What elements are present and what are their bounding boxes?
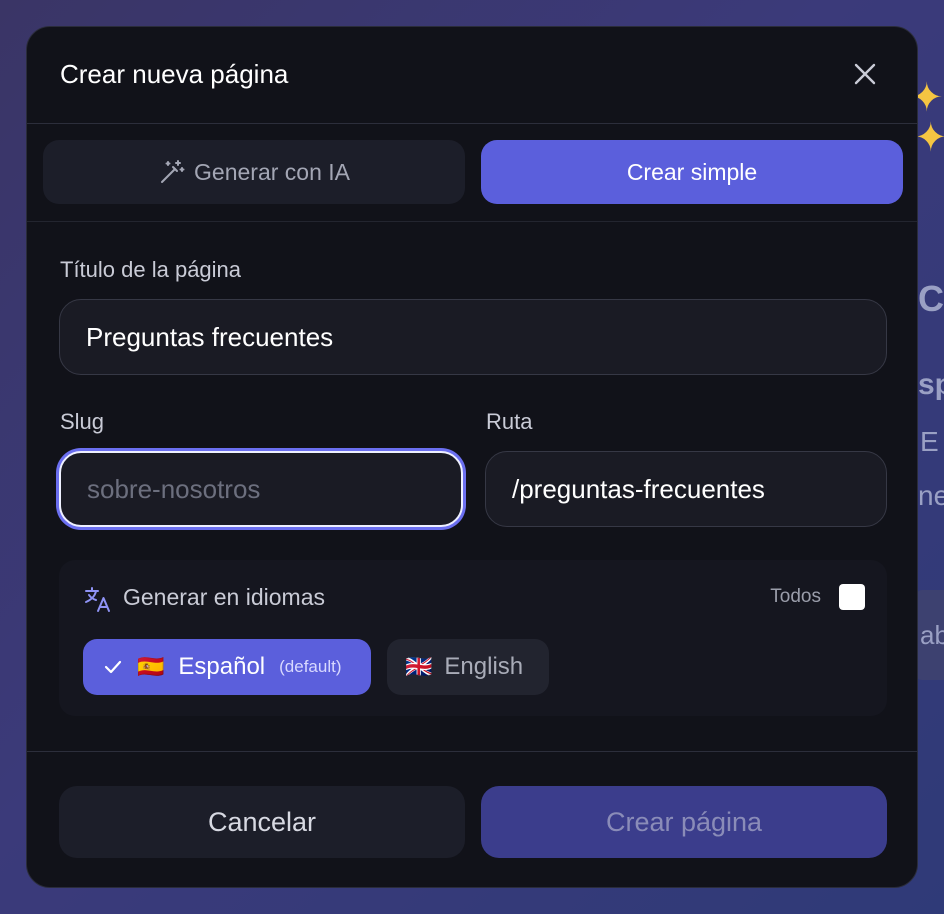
language-chip-english[interactable]: 🇬🇧 English xyxy=(387,639,549,695)
languages-panel: Generar en idiomas Todos 🇪🇸 Español (def… xyxy=(59,560,887,716)
route-input[interactable] xyxy=(485,451,887,527)
language-label: Español xyxy=(178,653,266,680)
background-text-fragment: C xyxy=(918,278,944,319)
mode-tabs: Generar con IA Crear simple xyxy=(27,124,917,222)
page-title-label: Título de la página xyxy=(60,257,242,282)
route-label: Ruta xyxy=(486,409,533,434)
tab-create-simple[interactable]: Crear simple xyxy=(481,140,903,204)
magic-wand-icon xyxy=(161,160,185,183)
default-badge: (default) xyxy=(279,657,342,676)
select-all-checkbox[interactable] xyxy=(839,584,865,610)
translate-icon xyxy=(85,587,110,612)
page-title-input[interactable] xyxy=(59,299,887,375)
close-button[interactable] xyxy=(851,60,879,88)
dialog-footer: Cancelar Crear página xyxy=(27,751,917,887)
tab-generate-ai[interactable]: Generar con IA xyxy=(43,140,465,204)
dialog-header: Crear nueva página xyxy=(27,27,917,124)
create-page-dialog: Crear nueva página Generar con IA Crear … xyxy=(26,26,918,888)
background-text-fragment: E xyxy=(920,426,939,457)
background-text-fragment: sp xyxy=(918,368,944,401)
slug-input[interactable] xyxy=(59,451,463,527)
slug-label: Slug xyxy=(60,409,105,434)
cancel-button[interactable]: Cancelar xyxy=(59,786,465,858)
select-all-label: Todos xyxy=(770,586,821,607)
tab-generate-ai-label: Generar con IA xyxy=(194,158,350,185)
language-label: English xyxy=(444,653,524,680)
background-star-icon: ✦ xyxy=(914,116,944,160)
create-page-button[interactable]: Crear página xyxy=(481,786,887,858)
background-text-fragment: ab xyxy=(920,620,944,650)
language-chip-spanish[interactable]: 🇪🇸 Español (default) xyxy=(83,639,371,695)
background-text-fragment: ne xyxy=(918,480,944,511)
tab-create-simple-label: Crear simple xyxy=(626,158,758,185)
uk-flag-icon: 🇬🇧 xyxy=(405,654,433,679)
spain-flag-icon: 🇪🇸 xyxy=(137,654,165,679)
check-icon xyxy=(104,660,122,674)
languages-title: Generar en idiomas xyxy=(123,584,325,610)
dialog-title: Crear nueva página xyxy=(60,59,289,89)
close-icon xyxy=(854,63,876,85)
